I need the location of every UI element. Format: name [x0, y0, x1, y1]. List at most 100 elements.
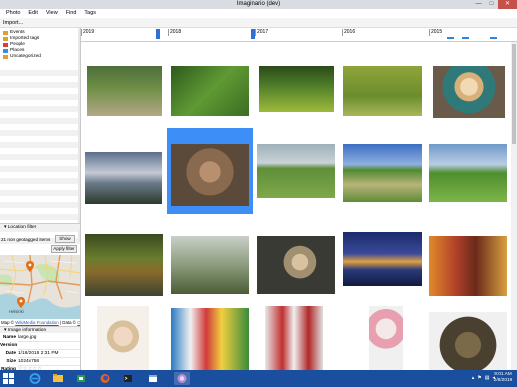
- grid-scrollbar[interactable]: [511, 42, 517, 370]
- photo-cell[interactable]: [81, 42, 167, 128]
- photo-cell[interactable]: [339, 128, 425, 214]
- grid-scrollbar-thumb[interactable]: [512, 44, 516, 144]
- imaginario-icon: [177, 374, 187, 383]
- store-icon: [77, 375, 85, 382]
- clock-date: 2/8/2019: [493, 378, 513, 383]
- image-information-title: Image information: [7, 328, 47, 333]
- taskbar-firefox[interactable]: [97, 372, 113, 385]
- photo-cell[interactable]: [167, 300, 253, 370]
- taskbar-app[interactable]: [145, 372, 161, 385]
- photo-cell[interactable]: [339, 214, 425, 300]
- photo-cell[interactable]: [253, 300, 339, 370]
- folder-icon: [53, 374, 63, 382]
- map-city-label: Helsinki: [9, 309, 24, 314]
- photo-cell[interactable]: [81, 300, 167, 370]
- photo-cell[interactable]: [425, 128, 511, 214]
- photo-cell[interactable]: [339, 300, 425, 370]
- timeline[interactable]: 2019 2018 2017 2016 2015: [81, 28, 517, 42]
- info-key: Name: [2, 335, 16, 340]
- firefox-icon: [100, 374, 110, 383]
- import-button[interactable]: Import...: [3, 19, 23, 27]
- photo-cell[interactable]: [253, 128, 339, 214]
- sidebar-scrollbar[interactable]: [78, 28, 80, 242]
- photo-thumbnail: [343, 232, 422, 286]
- taskbar-store[interactable]: [73, 372, 89, 385]
- photo-cell[interactable]: [253, 214, 339, 300]
- photo-grid: [81, 42, 511, 370]
- taskbar-terminal[interactable]: [120, 372, 136, 385]
- taskbar-imaginario[interactable]: [174, 372, 190, 385]
- info-value: large.jpg: [18, 334, 80, 342]
- tag-tree: Events Imported tags People Places Uncat…: [0, 30, 80, 60]
- menu-bar: Photo Edit View Find Tags: [0, 9, 517, 18]
- info-key: Date: [5, 351, 16, 356]
- close-button[interactable]: ✕: [498, 0, 517, 9]
- menu-photo[interactable]: Photo: [2, 9, 24, 18]
- info-row-version: Version: [0, 342, 80, 350]
- location-filter-title: Location filter: [7, 225, 37, 230]
- location-map[interactable]: Helsinki: [0, 255, 80, 319]
- photo-cell[interactable]: [167, 214, 253, 300]
- timeline-year: 2018: [170, 29, 182, 35]
- toolbar: Import...: [0, 18, 517, 28]
- osm-link[interactable]: Op: [77, 320, 80, 325]
- menu-find[interactable]: Find: [62, 9, 81, 18]
- system-clock[interactable]: 9:01 AM 2/8/2019: [492, 372, 514, 384]
- location-filter-header[interactable]: ▾ Location filter: [0, 223, 80, 230]
- taskbar-ie[interactable]: [27, 372, 43, 385]
- taskbar-explorer[interactable]: [50, 372, 66, 385]
- photo-thumbnail: [343, 66, 422, 116]
- window-title: Imaginario (dev): [236, 1, 281, 7]
- show-button[interactable]: Show: [55, 235, 75, 243]
- photo-thumbnail: [265, 306, 323, 370]
- menu-view[interactable]: View: [42, 9, 62, 18]
- photo-thumbnail: [433, 66, 505, 118]
- photo-cell[interactable]: [339, 42, 425, 128]
- window-icon: [149, 375, 157, 382]
- maximize-button[interactable]: □: [485, 0, 498, 9]
- minimize-button[interactable]: —: [472, 0, 485, 9]
- image-information-header[interactable]: ▾ Image information: [0, 326, 80, 333]
- photo-cell-selected[interactable]: [167, 128, 253, 214]
- photo-thumbnail: [85, 152, 162, 204]
- wikimedia-link[interactable]: WikiMedia Foundation: [15, 320, 58, 325]
- map-credit-suffix: | Data ©: [59, 320, 77, 325]
- title-bar[interactable]: Imaginario (dev) — □ ✕: [0, 0, 517, 9]
- info-value: 1/18/2018 2:31 PM: [18, 350, 80, 358]
- chevron-up-icon[interactable]: ▴: [472, 372, 475, 385]
- place-icon: [3, 49, 8, 53]
- folder-icon: [3, 37, 8, 41]
- timeline-end-handle[interactable]: [251, 29, 255, 39]
- photo-thumbnail: [429, 144, 507, 202]
- start-button[interactable]: [3, 373, 14, 384]
- menu-tags[interactable]: Tags: [80, 9, 100, 18]
- photo-thumbnail: [171, 66, 249, 116]
- photo-cell[interactable]: [81, 128, 167, 214]
- timeline-density-mark: [462, 37, 469, 39]
- photo-thumbnail: [259, 66, 334, 112]
- timeline-year: 2017: [257, 29, 269, 35]
- timeline-year: 2019: [83, 29, 95, 35]
- internet-explorer-icon: [29, 373, 41, 384]
- photo-cell[interactable]: [425, 300, 511, 370]
- flag-icon[interactable]: ⚑: [477, 372, 481, 385]
- photo-cell[interactable]: [253, 42, 339, 128]
- photo-cell[interactable]: [425, 214, 511, 300]
- tag-item-uncategorized[interactable]: Uncategorized: [0, 54, 80, 60]
- version-selector[interactable]: [18, 342, 80, 350]
- photo-cell[interactable]: [81, 214, 167, 300]
- info-value: 1024x758: [18, 358, 80, 366]
- photo-thumbnail: [257, 236, 335, 294]
- network-icon[interactable]: ▤: [485, 372, 490, 385]
- timeline-start-handle[interactable]: [156, 29, 160, 39]
- photo-thumbnail: [97, 306, 149, 370]
- apply-filter-button[interactable]: Apply filter: [51, 245, 77, 253]
- photo-thumbnail: [85, 234, 163, 296]
- tag-label: Uncategorized: [10, 54, 41, 59]
- photo-cell[interactable]: [425, 42, 511, 128]
- timeline-density-mark: [447, 37, 454, 39]
- info-row-size: Size 1024x758: [0, 358, 80, 366]
- taskbar: ▴ ⚑ ▤ ◂ 9:01 AM 2/8/2019: [0, 370, 517, 387]
- menu-edit[interactable]: Edit: [24, 9, 41, 18]
- photo-cell[interactable]: [167, 42, 253, 128]
